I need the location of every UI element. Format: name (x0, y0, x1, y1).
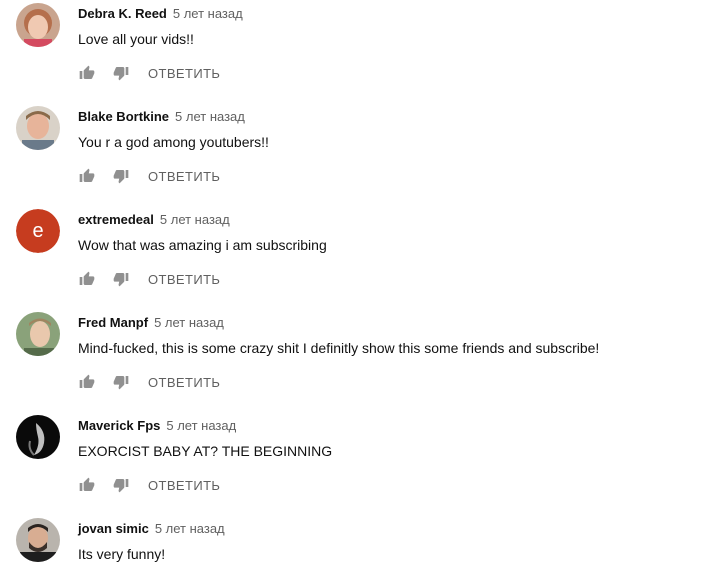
comment-header: Maverick Fps 5 лет назад (78, 418, 236, 434)
thumb-down-icon (113, 67, 129, 81)
comment-text: Wow that was amazing i am subscribing (78, 237, 327, 253)
reply-button[interactable]: ОТВЕТИТЬ (148, 375, 220, 390)
dislike-button[interactable] (112, 270, 130, 288)
author-name[interactable]: Maverick Fps (78, 418, 160, 433)
timestamp[interactable]: 5 лет назад (154, 315, 224, 330)
like-button[interactable] (78, 373, 96, 391)
like-button[interactable] (78, 270, 96, 288)
comment-text: Mind-fucked, this is some crazy shit I d… (78, 340, 600, 356)
thumb-down-icon (113, 479, 129, 493)
comment-header: Fred Manpf 5 лет назад (78, 315, 224, 331)
reply-button[interactable]: ОТВЕТИТЬ (148, 66, 220, 81)
comment-text: Its very funny! (78, 546, 166, 562)
timestamp[interactable]: 5 лет назад (166, 418, 236, 433)
avatar[interactable]: e (16, 209, 60, 253)
thumb-up-icon (79, 374, 95, 388)
comment-actions: ОТВЕТИТЬ (78, 166, 220, 186)
comment-actions: ОТВЕТИТЬ (78, 63, 220, 83)
comment-header: Debra K. Reed 5 лет назад (78, 6, 243, 22)
timestamp[interactable]: 5 лет назад (155, 521, 225, 536)
author-name[interactable]: Fred Manpf (78, 315, 148, 330)
comment-text: You r a god among youtubers!! (78, 134, 269, 150)
comment-actions: ОТВЕТИТЬ (78, 372, 220, 392)
timestamp[interactable]: 5 лет назад (175, 109, 245, 124)
dislike-button[interactable] (112, 373, 130, 391)
like-button[interactable] (78, 476, 96, 494)
comment: Blake Bortkine 5 лет назад You r a god am… (0, 106, 701, 209)
comment: Maverick Fps 5 лет назад EXORCIST BABY AT… (0, 415, 701, 518)
avatar-letter: e (16, 209, 60, 253)
like-button[interactable] (78, 167, 96, 185)
comment: e extremedeal 5 лет назад Wow that was am… (0, 209, 701, 312)
dislike-button[interactable] (112, 64, 130, 82)
dislike-button[interactable] (112, 476, 130, 494)
thumb-up-icon (79, 271, 95, 285)
dislike-button[interactable] (112, 167, 130, 185)
author-name[interactable]: extremedeal (78, 212, 154, 227)
thumb-up-icon (79, 477, 95, 491)
thumb-up-icon (79, 168, 95, 182)
author-name[interactable]: Blake Bortkine (78, 109, 169, 124)
avatar[interactable] (16, 3, 60, 47)
reply-button[interactable]: ОТВЕТИТЬ (148, 478, 220, 493)
comment: Debra K. Reed 5 лет назад Love all your v… (0, 3, 701, 106)
reply-button[interactable]: ОТВЕТИТЬ (148, 169, 220, 184)
thumb-down-icon (113, 170, 129, 184)
comment-actions: ОТВЕТИТЬ (78, 269, 220, 289)
timestamp[interactable]: 5 лет назад (173, 6, 243, 21)
comment-header: extremedeal 5 лет назад (78, 212, 230, 228)
like-button[interactable] (78, 64, 96, 82)
reply-button[interactable]: ОТВЕТИТЬ (148, 272, 220, 287)
avatar[interactable] (16, 518, 60, 562)
author-name[interactable]: jovan simic (78, 521, 149, 536)
comment-text: EXORCIST BABY AT? THE BEGINNING (78, 443, 333, 459)
timestamp[interactable]: 5 лет назад (160, 212, 230, 227)
comment-text: Love all your vids!! (78, 31, 194, 47)
thumb-down-icon (113, 273, 129, 287)
comment-header: Blake Bortkine 5 лет назад (78, 109, 245, 125)
comment-header: jovan simic 5 лет назад (78, 521, 225, 537)
comment: jovan simic 5 лет назад Its very funny! (0, 518, 701, 568)
thumb-down-icon (113, 376, 129, 390)
comment-actions: ОТВЕТИТЬ (78, 475, 220, 495)
thumb-up-icon (79, 65, 95, 79)
avatar[interactable] (16, 106, 60, 150)
avatar[interactable] (16, 312, 60, 356)
author-name[interactable]: Debra K. Reed (78, 6, 167, 21)
avatar[interactable] (16, 415, 60, 459)
comment: Fred Manpf 5 лет назад Mind-fucked, this … (0, 312, 701, 415)
